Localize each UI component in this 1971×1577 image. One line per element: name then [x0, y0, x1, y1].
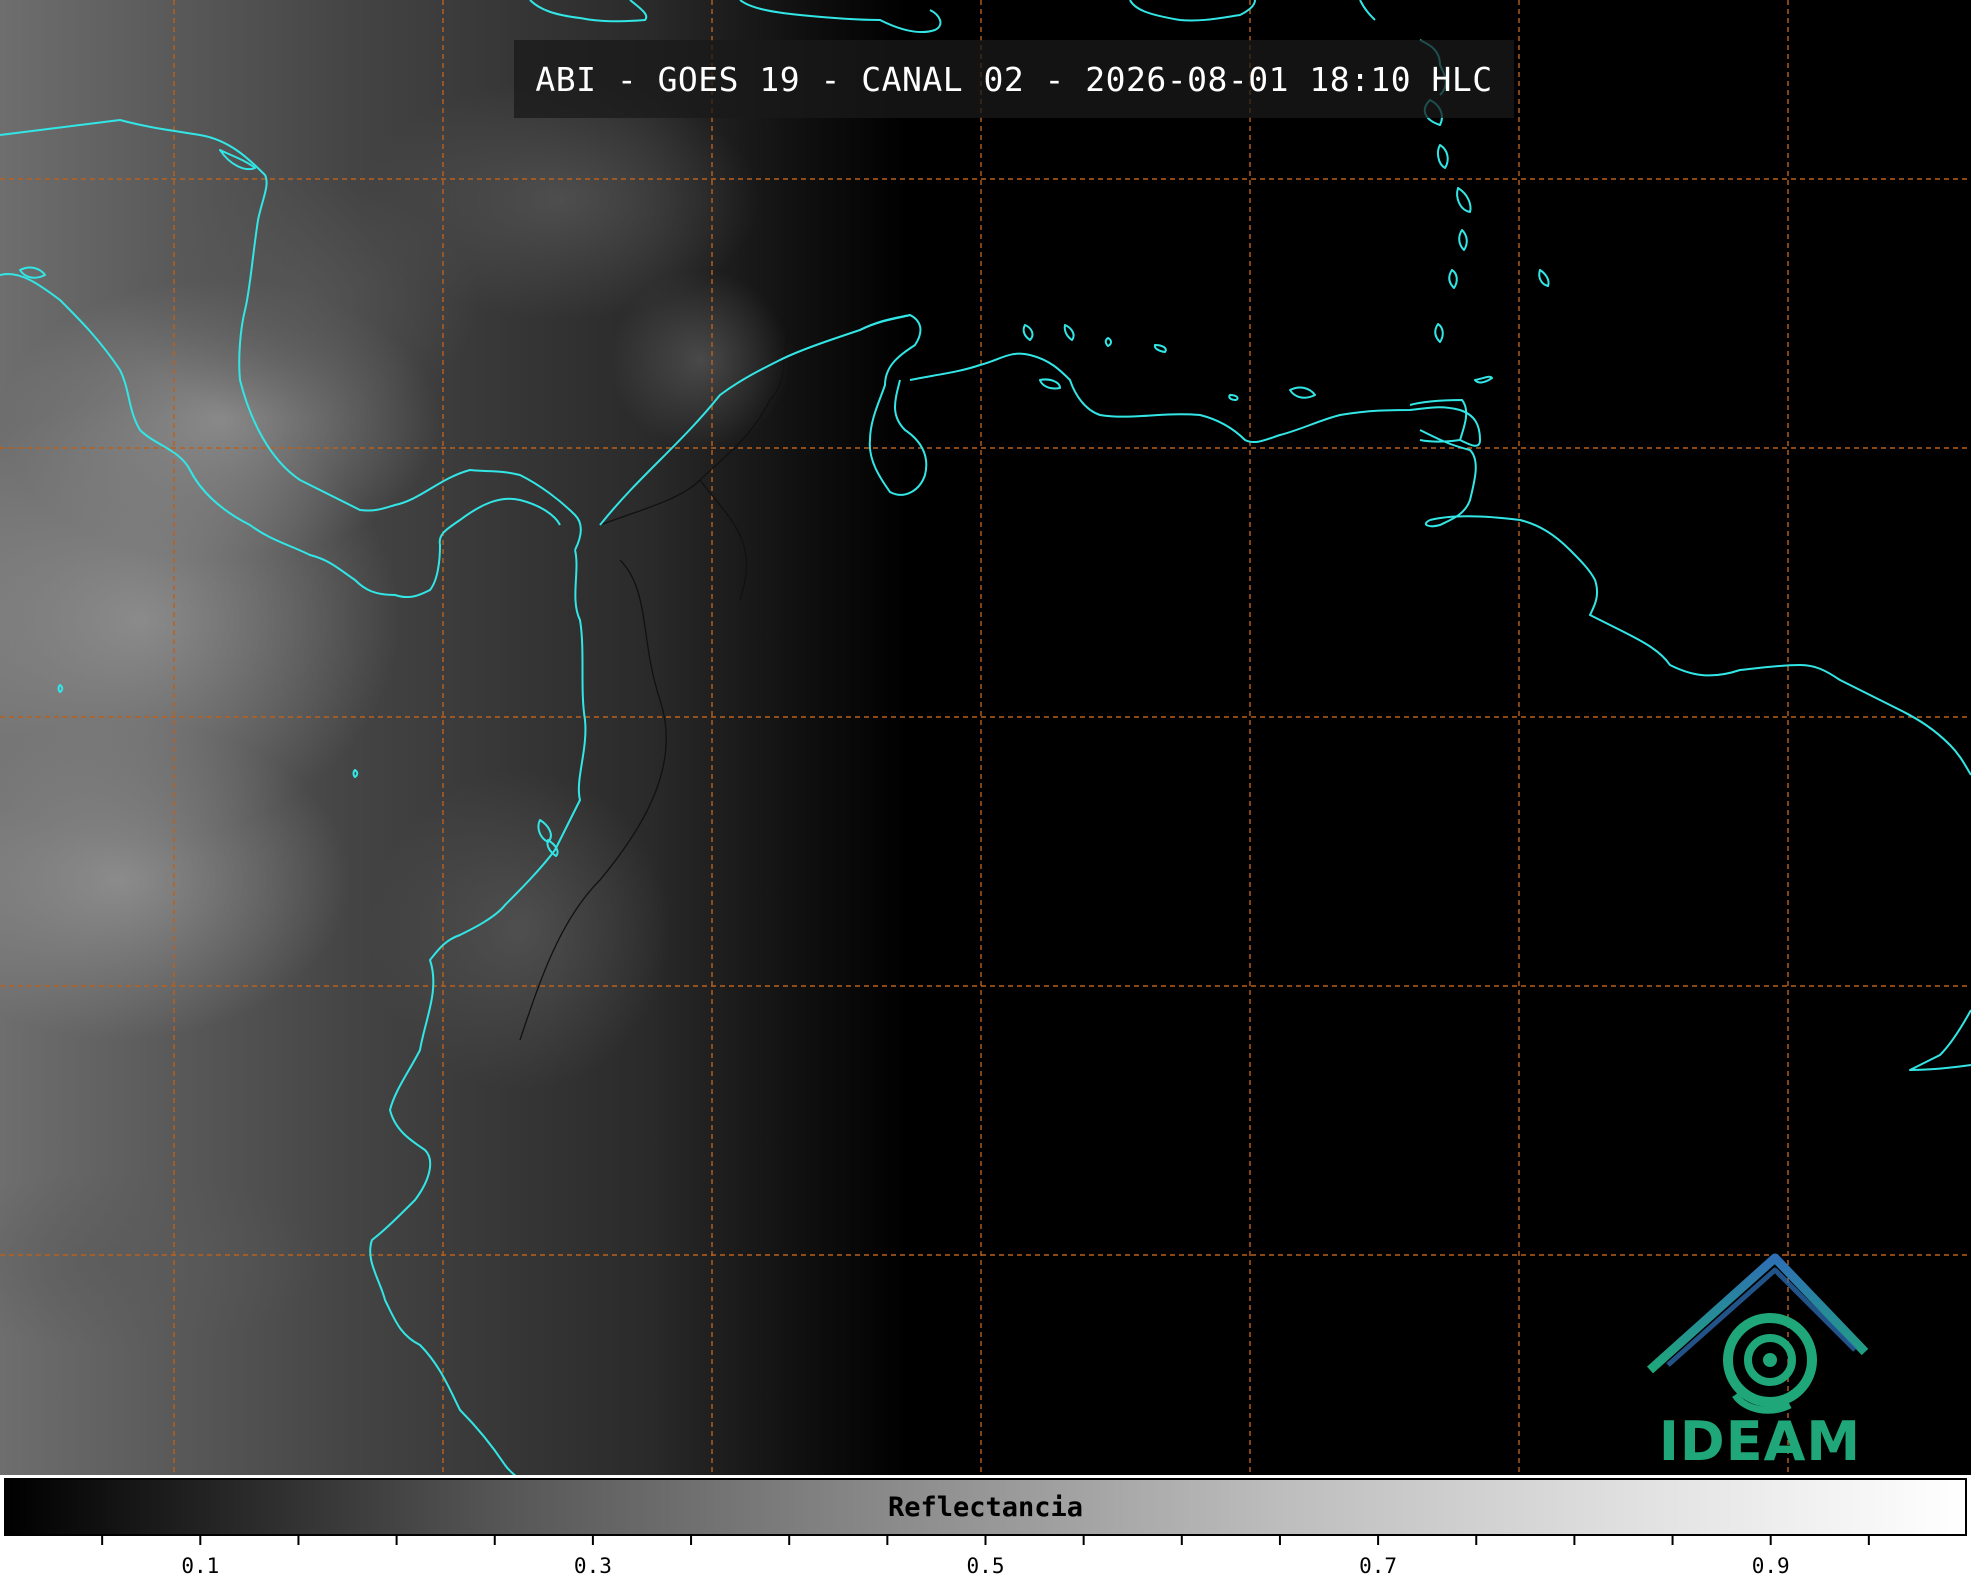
logo-text: IDEAM [1658, 1410, 1862, 1473]
logo-swirl-core [1763, 1353, 1777, 1367]
satellite-image [0, 0, 1971, 1475]
colorbar-axis: 0.1 0.3 0.5 0.7 0.9 [101, 1536, 1870, 1577]
colorbar-tick-label: 0.3 [574, 1554, 612, 1577]
colorbar-tick-label: 0.5 [967, 1554, 1005, 1577]
cloud-area [370, 770, 670, 1090]
colorbar-tick-label: 0.9 [1752, 1554, 1790, 1577]
map-title: ABI - GOES 19 - CANAL 02 - 2026-08-01 18… [535, 59, 1493, 99]
colorbar-tick-label: 0.7 [1359, 1554, 1397, 1577]
title-box: ABI - GOES 19 - CANAL 02 - 2026-08-01 18… [514, 40, 1514, 118]
cloud-area [610, 270, 790, 450]
satellite-map: ABI - GOES 19 - CANAL 02 - 2026-08-01 18… [0, 0, 1971, 1475]
colorbar-tick-label: 0.1 [181, 1554, 219, 1577]
